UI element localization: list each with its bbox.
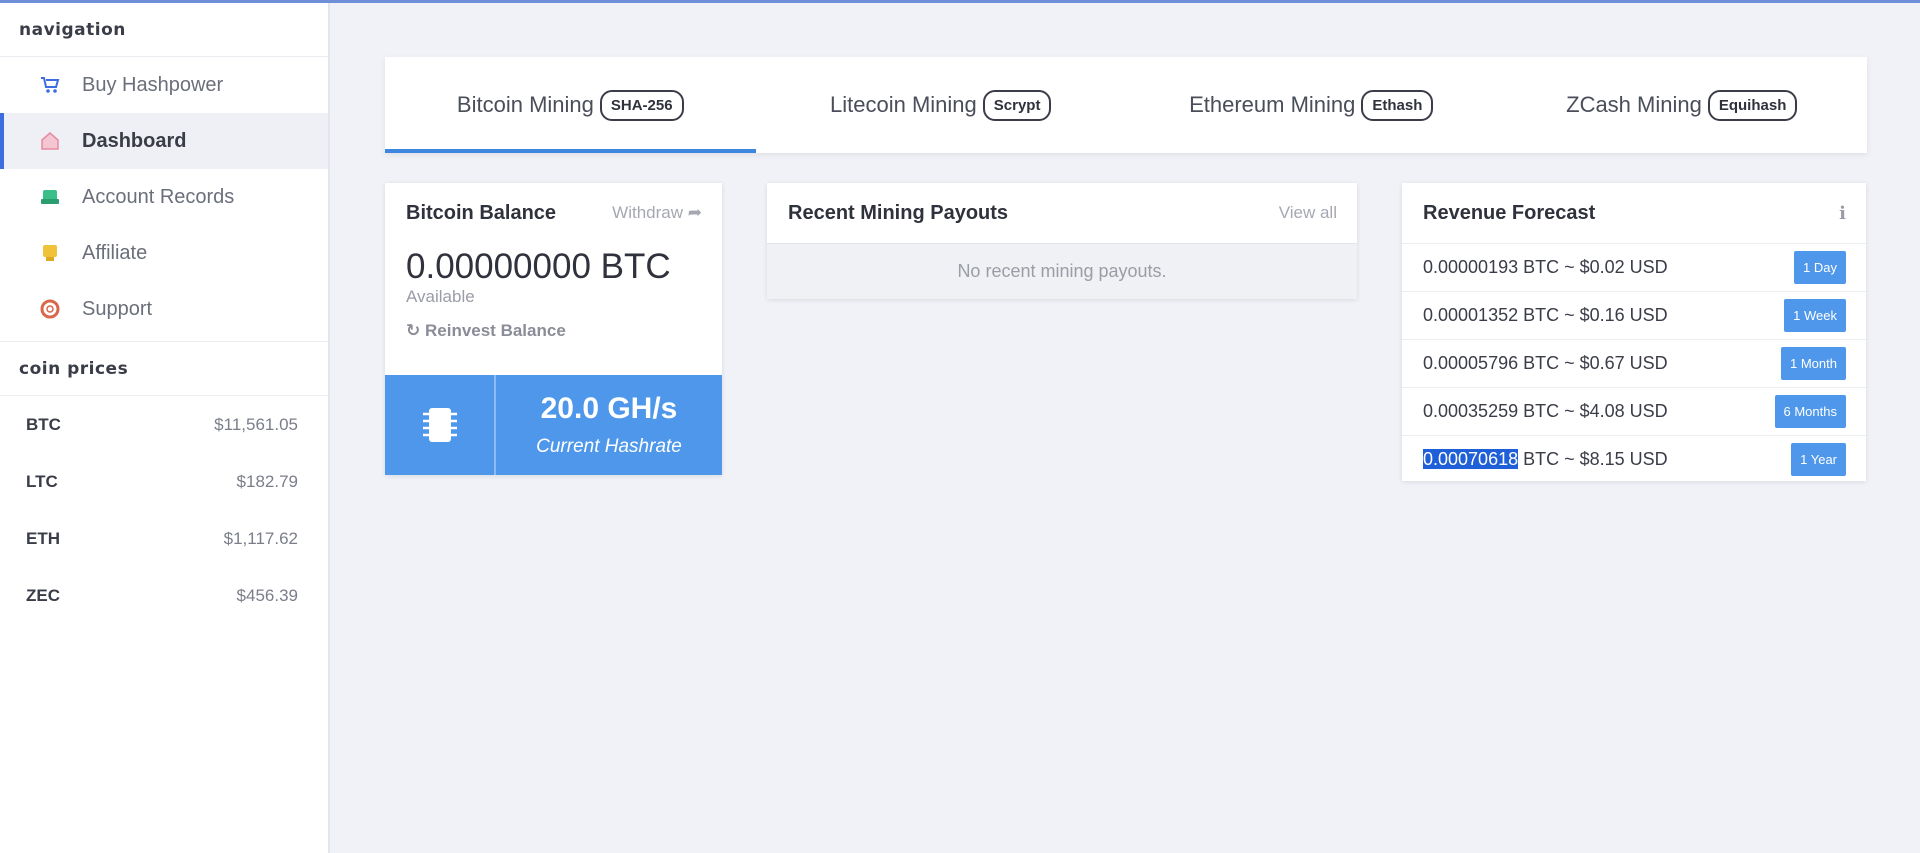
card-title: Bitcoin Balance [406, 201, 557, 224]
bitcoin-balance-card: Bitcoin Balance Withdraw ➦ 0.00000000 BT… [385, 183, 722, 475]
empty-state-message: No recent mining payouts. [767, 243, 1357, 299]
tab-ethereum-mining[interactable]: Ethereum Mining Ethash [1126, 57, 1497, 153]
forecast-value: 0.00005796 BTC ~ $0.67 USD [1423, 353, 1668, 373]
coin-prices-title: coin prices [0, 342, 328, 396]
forecast-row: 0.00000193 BTC ~ $0.02 USD 1 Day [1402, 243, 1866, 291]
sidebar-item-label: Affiliate [82, 241, 148, 264]
records-icon [38, 185, 62, 209]
period-badge: 1 Month [1781, 347, 1846, 380]
period-badge: 1 Week [1784, 299, 1846, 332]
sidebar-item-label: Buy Hashpower [82, 73, 224, 96]
info-icon[interactable]: i [1839, 203, 1846, 224]
tab-label: ZCash Mining [1566, 92, 1702, 117]
algo-badge: Ethash [1361, 89, 1434, 121]
sidebar-item-label: Support [82, 297, 153, 320]
hashrate-text: 20.0 GH/s Current Hashrate [496, 375, 722, 475]
sidebar-item-account-records[interactable]: Account Records [0, 169, 328, 225]
hashrate-value: 20.0 GH/s [540, 392, 678, 425]
withdraw-label: Withdraw [612, 203, 684, 222]
coin-price: $11,561.05 [214, 414, 298, 434]
sidebar-item-label: Account Records [82, 185, 235, 208]
share-arrow-icon: ➦ [687, 203, 702, 222]
sidebar: navigation Buy Hashpower Dashboard Accou… [0, 3, 330, 853]
reinvest-balance-link[interactable]: ↻ Reinvest Balance [385, 321, 722, 341]
navigation-title: navigation [0, 3, 328, 57]
coin-price-row: BTC $11,561.05 [0, 396, 328, 453]
card-header: Recent Mining Payouts View all [767, 183, 1357, 243]
forecast-value: 0.00070618 BTC ~ $8.15 USD [1423, 449, 1668, 470]
selected-text: 0.00070618 [1423, 449, 1519, 469]
sidebar-item-buy-hashpower[interactable]: Buy Hashpower [0, 57, 328, 113]
hashrate-label: Current Hashrate [536, 436, 682, 457]
tab-label: Litecoin Mining [830, 92, 977, 117]
card-title: Revenue Forecast [1423, 201, 1596, 224]
coin-price: $182.79 [236, 471, 298, 491]
hashrate-panel: 20.0 GH/s Current Hashrate [385, 375, 722, 475]
revenue-forecast-card: Revenue Forecast i 0.00000193 BTC ~ $0.0… [1402, 183, 1866, 481]
coin-symbol: BTC [26, 414, 61, 434]
sidebar-item-support[interactable]: Support [0, 281, 328, 337]
home-icon [38, 129, 62, 153]
affiliate-icon [38, 241, 62, 265]
forecast-row: 0.00070618 BTC ~ $8.15 USD 1 Year [1402, 435, 1866, 483]
forecast-value: 0.00001352 BTC ~ $0.16 USD [1423, 305, 1668, 325]
card-title: Recent Mining Payouts [788, 201, 1009, 224]
reinvest-label: Reinvest Balance [424, 321, 566, 340]
sidebar-item-affiliate[interactable]: Affiliate [0, 225, 328, 281]
recent-payouts-card: Recent Mining Payouts View all No recent… [767, 183, 1357, 299]
coin-price: $456.39 [236, 585, 298, 605]
period-badge: 1 Year [1791, 443, 1846, 476]
forecast-value: 0.00035259 BTC ~ $4.08 USD [1423, 401, 1668, 421]
card-header: Revenue Forecast i [1402, 183, 1866, 243]
withdraw-link[interactable]: Withdraw ➦ [612, 203, 702, 223]
coin-symbol: ZEC [26, 585, 60, 605]
coin-price-row: LTC $182.79 [0, 453, 328, 510]
forecast-row: 0.00001352 BTC ~ $0.16 USD 1 Week [1402, 291, 1866, 339]
coin-price-row: ETH $1,117.62 [0, 510, 328, 567]
balance-amount: 0.00000000 BTC [406, 247, 671, 286]
forecast-value-rest: BTC ~ $8.15 USD [1518, 449, 1668, 469]
coin-symbol: LTC [26, 471, 58, 491]
chip-icon [385, 375, 496, 475]
forecast-row: 0.00035259 BTC ~ $4.08 USD 6 Months [1402, 387, 1866, 435]
view-all-link[interactable]: View all [1279, 203, 1337, 223]
period-badge: 1 Day [1794, 251, 1846, 284]
algo-badge: Equihash [1707, 89, 1798, 121]
period-badge: 6 Months [1774, 395, 1846, 428]
mining-tabs: Bitcoin Mining SHA-256 Litecoin Mining S… [385, 57, 1867, 153]
card-header: Bitcoin Balance Withdraw ➦ [385, 183, 722, 243]
algo-badge: Scrypt [982, 89, 1052, 121]
balance-available-label: Available [406, 287, 475, 306]
tab-zcash-mining[interactable]: ZCash Mining Equihash [1497, 57, 1868, 153]
sidebar-item-dashboard[interactable]: Dashboard [0, 113, 328, 169]
coin-price-row: ZEC $456.39 [0, 567, 328, 624]
forecast-row: 0.00005796 BTC ~ $0.67 USD 1 Month [1402, 339, 1866, 387]
tab-label: Bitcoin Mining [456, 92, 594, 117]
retweet-icon: ↻ [406, 321, 421, 340]
cart-icon [38, 73, 62, 97]
algo-badge: SHA-256 [599, 89, 684, 121]
tab-label: Ethereum Mining [1189, 92, 1356, 117]
tab-bitcoin-mining[interactable]: Bitcoin Mining SHA-256 [385, 57, 756, 153]
tab-litecoin-mining[interactable]: Litecoin Mining Scrypt [756, 57, 1127, 153]
coin-price: $1,117.62 [223, 528, 298, 548]
lifebuoy-icon [38, 297, 62, 321]
forecast-value: 0.00000193 BTC ~ $0.02 USD [1423, 257, 1668, 277]
coin-symbol: ETH [26, 528, 60, 548]
sidebar-item-label: Dashboard [82, 129, 187, 152]
nav-list: Buy Hashpower Dashboard Account Records … [0, 57, 328, 342]
